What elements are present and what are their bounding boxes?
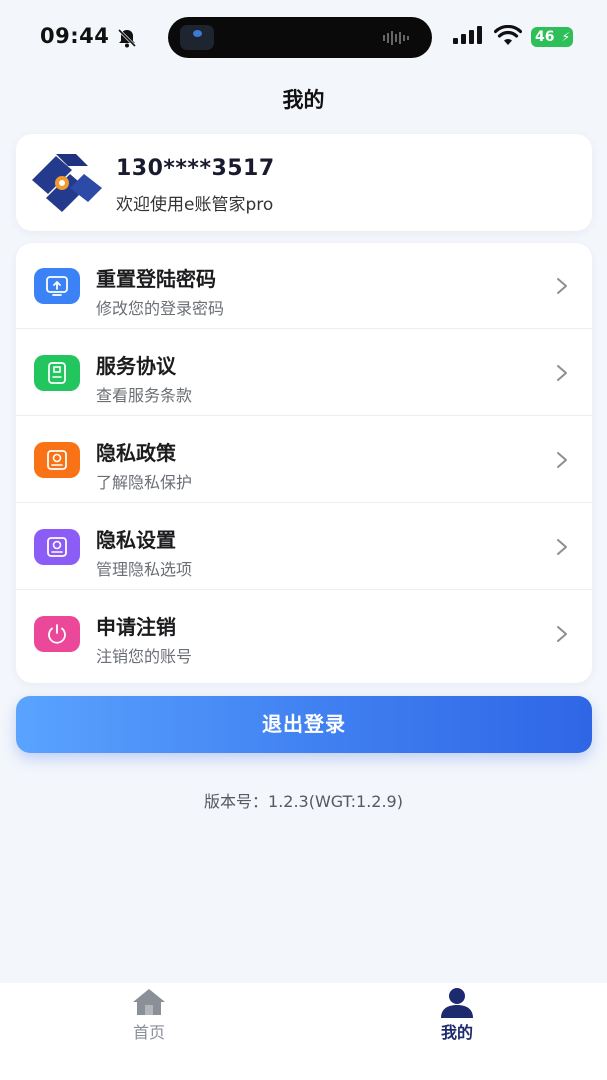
logout-button[interactable]: 退出登录 (16, 696, 592, 753)
status-time: 09:44 (40, 24, 110, 48)
privacy-icon (34, 442, 80, 478)
signal-icon (453, 26, 482, 44)
settings-icon (34, 529, 80, 565)
menu-item-reset-password[interactable]: 重置登陆密码 修改您的登录密码 (16, 243, 592, 329)
dynamic-island (168, 17, 432, 58)
menu-item-title: 服务协议 (96, 354, 176, 378)
status-bar: 09:44 46 (0, 0, 607, 76)
user-phone: 130****3517 (116, 156, 275, 181)
bell-muted-icon (117, 28, 137, 48)
tab-bar: 首页 我的 (0, 983, 607, 1080)
app-logo-avatar (32, 154, 102, 212)
menu-item-privacy-settings[interactable]: 隐私设置 管理隐私选项 (16, 504, 592, 590)
divider (16, 589, 592, 590)
menu-item-service-agreement[interactable]: 服务协议 查看服务条款 (16, 330, 592, 416)
chevron-right-icon (557, 365, 567, 381)
audio-wave-icon (383, 31, 409, 45)
battery-indicator: 46 (531, 27, 573, 47)
welcome-text: 欢迎使用e账管家pro (116, 195, 274, 215)
document-icon (34, 355, 80, 391)
screen-upload-icon (34, 268, 80, 304)
menu-item-subtitle: 修改您的登录密码 (96, 299, 225, 318)
tab-home[interactable]: 首页 (89, 983, 209, 1080)
menu-item-account-deletion[interactable]: 申请注销 注销您的账号 (16, 591, 592, 677)
divider (16, 328, 592, 329)
menu-item-privacy-policy[interactable]: 隐私政策 了解隐私保护 (16, 417, 592, 503)
menu-item-title: 申请注销 (96, 615, 176, 639)
profile-card[interactable]: 130****3517 欢迎使用e账管家pro (16, 134, 592, 231)
user-icon (441, 988, 473, 1018)
menu-item-title: 重置登陆密码 (96, 267, 216, 291)
tab-label: 我的 (440, 1023, 473, 1042)
menu-item-subtitle: 了解隐私保护 (96, 473, 193, 492)
menu-item-subtitle: 管理隐私选项 (96, 560, 193, 579)
divider (16, 502, 592, 503)
menu-item-title: 隐私政策 (96, 441, 176, 465)
menu-item-subtitle: 查看服务条款 (96, 386, 193, 405)
page-title: 我的 (282, 88, 325, 112)
version-text: 版本号：1.2.3(WGT:1.2.9) (204, 792, 403, 811)
camera-icon (180, 25, 214, 50)
settings-menu: 重置登陆密码 修改您的登录密码 服务协议 查看服务条款 隐私政策 了解隐私保护 … (16, 243, 592, 683)
wifi-icon (494, 25, 522, 45)
chevron-right-icon (557, 278, 567, 294)
chevron-right-icon (557, 539, 567, 555)
menu-item-title: 隐私设置 (96, 528, 176, 552)
tab-mine[interactable]: 我的 (397, 983, 517, 1080)
chevron-right-icon (557, 452, 567, 468)
chevron-right-icon (557, 626, 567, 642)
power-icon (34, 616, 80, 652)
home-icon (133, 989, 165, 1015)
menu-item-subtitle: 注销您的账号 (96, 647, 193, 666)
divider (16, 415, 592, 416)
tab-label: 首页 (132, 1023, 165, 1042)
